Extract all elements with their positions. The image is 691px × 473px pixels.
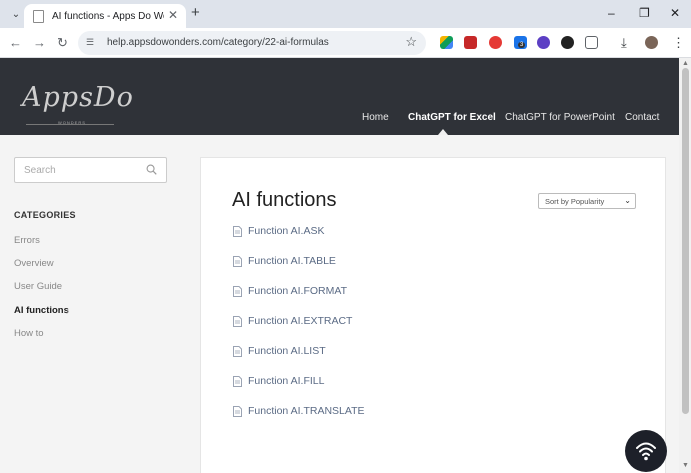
- document-icon: [233, 375, 242, 387]
- article-link[interactable]: Function AI.EXTRACT: [233, 314, 352, 328]
- site-info-icon[interactable]: ☰: [86, 37, 97, 48]
- drive-extension-icon[interactable]: [440, 36, 453, 49]
- category-ai-functions[interactable]: AI functions: [14, 305, 69, 316]
- nav-home[interactable]: Home: [362, 112, 389, 123]
- wifi-beacon-icon: [636, 442, 656, 461]
- document-icon: [233, 255, 242, 267]
- category-overview[interactable]: Overview: [14, 258, 54, 269]
- browser-toolbar: ← → ↻ ☰ help.appsdowonders.com/category/…: [0, 28, 691, 58]
- nav-chatgpt-excel[interactable]: ChatGPT for Excel: [408, 112, 496, 123]
- sort-label: Sort by Popularity: [545, 197, 605, 206]
- search-box: [14, 157, 167, 183]
- reload-icon[interactable]: ↻: [57, 35, 68, 51]
- scroll-up-icon[interactable]: ▲: [682, 60, 689, 67]
- content-area: CATEGORIES Errors Overview User Guide AI…: [0, 135, 679, 473]
- categories-heading: CATEGORIES: [14, 210, 76, 220]
- article-link[interactable]: Function AI.TRANSLATE: [233, 404, 365, 418]
- browser-tab-bar: ⌄ AI functions - Apps Do Wonde ✕ + – ❐ ✕: [0, 0, 691, 28]
- article-list-panel: AI functions Sort by Popularity ⌄ Functi…: [200, 157, 666, 473]
- document-icon: [233, 225, 242, 237]
- nav-contact[interactable]: Contact: [625, 112, 659, 123]
- category-user-guide[interactable]: User Guide: [14, 281, 62, 292]
- back-icon[interactable]: ←: [9, 35, 22, 50]
- article-title: Function AI.TABLE: [248, 255, 336, 267]
- search-icon[interactable]: [146, 164, 157, 175]
- category-how-to[interactable]: How to: [14, 328, 44, 339]
- article-title: Function AI.LIST: [248, 345, 326, 357]
- document-icon: [233, 405, 242, 417]
- search-input[interactable]: [15, 158, 145, 182]
- restore-icon[interactable]: ❐: [639, 6, 650, 20]
- nav-chatgpt-powerpoint[interactable]: ChatGPT for PowerPoint: [505, 112, 615, 123]
- article-title: Function AI.FORMAT: [248, 285, 347, 297]
- url-text[interactable]: help.appsdowonders.com/category/22-ai-fo…: [107, 37, 329, 48]
- bookmark-star-icon[interactable]: ☆: [405, 34, 417, 50]
- address-bar[interactable]: ☰ help.appsdowonders.com/category/22-ai-…: [78, 31, 426, 55]
- sort-select[interactable]: Sort by Popularity ⌄: [538, 193, 636, 209]
- site-header: AppsDo WONDERS Home ChatGPT for Excel Ch…: [0, 58, 679, 135]
- site-logo[interactable]: AppsDo: [22, 82, 134, 113]
- close-tab-icon[interactable]: ✕: [168, 8, 178, 22]
- new-tab-icon[interactable]: +: [191, 4, 200, 21]
- forward-icon[interactable]: →: [33, 35, 46, 50]
- tab-title: AI functions - Apps Do Wonde: [52, 10, 164, 22]
- extensions-puzzle-icon[interactable]: [585, 36, 598, 49]
- article-link[interactable]: Function AI.TABLE: [233, 254, 336, 268]
- dark-extension-icon[interactable]: [561, 36, 574, 49]
- chevron-down-icon: ⌄: [624, 196, 631, 205]
- category-errors[interactable]: Errors: [14, 235, 40, 246]
- chevron-right-icon: ›: [66, 306, 69, 316]
- tab-search-button[interactable]: ⌄: [7, 5, 25, 23]
- purple-extension-icon[interactable]: [537, 36, 550, 49]
- scrollbar-thumb[interactable]: [682, 68, 689, 414]
- article-title: Function AI.ASK: [248, 225, 325, 237]
- article-link[interactable]: Function AI.FILL: [233, 374, 324, 388]
- article-link[interactable]: Function AI.LIST: [233, 344, 326, 358]
- document-icon: [233, 345, 242, 357]
- red-extension-icon[interactable]: [464, 36, 477, 49]
- article-title: Function AI.TRANSLATE: [248, 405, 365, 417]
- profile-avatar[interactable]: [645, 36, 658, 49]
- document-icon: [233, 315, 242, 327]
- download-icon[interactable]: ⤓: [621, 35, 627, 51]
- article-title: Function AI.FILL: [248, 375, 325, 387]
- logo-tagline: WONDERS: [58, 120, 86, 125]
- close-window-icon[interactable]: ✕: [670, 6, 680, 20]
- chat-widget-button[interactable]: [625, 430, 667, 472]
- acrobat-extension-icon[interactable]: [489, 36, 502, 49]
- page-title: AI functions: [232, 189, 337, 211]
- page-favicon-icon: [33, 9, 44, 23]
- article-link[interactable]: Function AI.FORMAT: [233, 284, 347, 298]
- scroll-down-icon[interactable]: ▼: [682, 462, 689, 469]
- minimize-icon[interactable]: –: [608, 6, 615, 20]
- document-icon: [233, 285, 242, 297]
- article-title: Function AI.EXTRACT: [248, 315, 353, 327]
- browser-tab[interactable]: AI functions - Apps Do Wonde ✕: [24, 4, 186, 28]
- article-link[interactable]: Function AI.ASK: [233, 224, 324, 238]
- menu-dots-icon[interactable]: ⋮: [672, 35, 685, 51]
